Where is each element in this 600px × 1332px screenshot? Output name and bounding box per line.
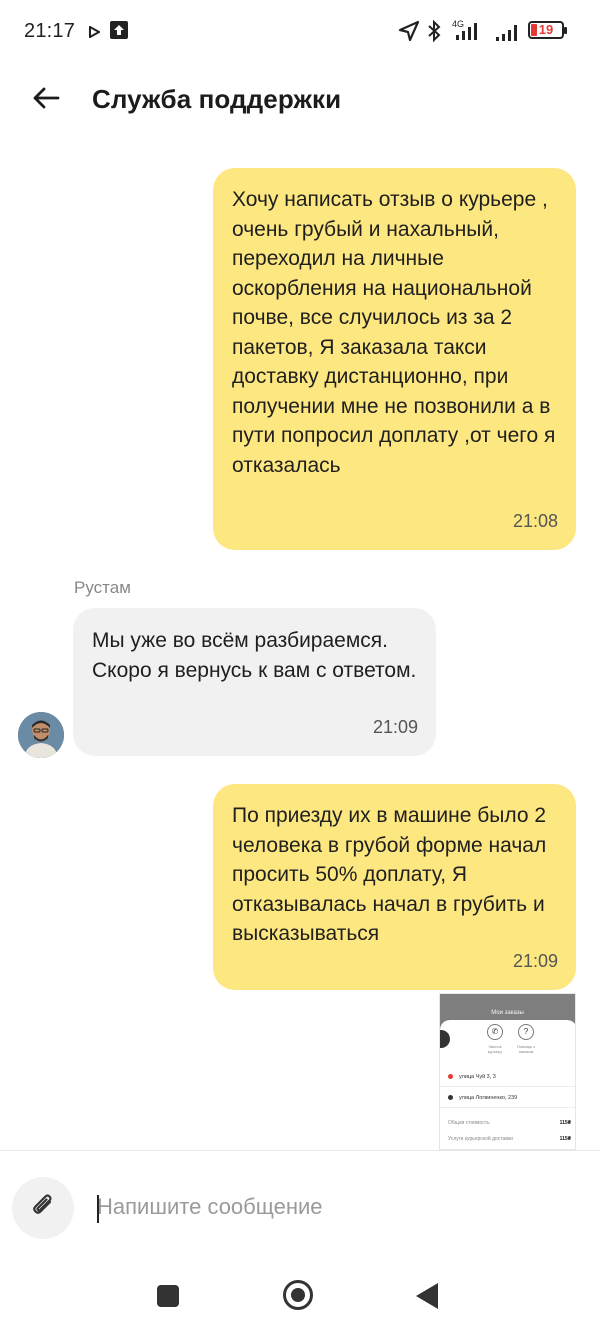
message-input[interactable] (97, 1187, 577, 1227)
system-nav-bar (0, 1262, 600, 1332)
attachment-address-row: улица Логвиненко, 239 (448, 1095, 517, 1101)
attachment-price-label: Общая стоимость (448, 1120, 490, 1126)
attachment-price-row: Услуги курьерской доставки 115₴ (448, 1136, 571, 1142)
upload-icon (110, 21, 128, 39)
network-label: 4G (452, 19, 464, 29)
message-time: 21:09 (512, 950, 558, 971)
attachment-price-row: Общая стоимость 115₴ (448, 1120, 571, 1126)
phone-icon: ✆ (487, 1024, 503, 1040)
attachment-caption: Звонок курьеру (487, 1044, 503, 1054)
signal-icon (495, 22, 523, 47)
sender-name: Рустам (74, 578, 131, 597)
attachment-address-row: улица Чуй 3, 3 (448, 1074, 496, 1080)
signal-4g-icon: 4G (448, 18, 490, 47)
attachment-price-value: 115₴ (559, 1120, 571, 1126)
location-arrow-icon (398, 20, 420, 47)
system-back-button[interactable] (416, 1283, 438, 1309)
header: Служба поддержки (0, 64, 600, 134)
attachment-address: улица Чуй 3, 3 (459, 1074, 496, 1080)
attachment-price-value: 115₴ (559, 1136, 571, 1142)
attachment-image[interactable]: Мои заказы ✆ ? Звонок курьеру Помощь с з… (439, 993, 576, 1150)
home-button[interactable] (283, 1280, 313, 1310)
message-text: По приезду их в машине было 2 человека в… (232, 804, 553, 945)
status-time: 21:17 (24, 20, 76, 42)
back-button[interactable] (24, 80, 68, 120)
avatar[interactable] (18, 712, 64, 758)
attachment-caption: Помощь с заказом (516, 1044, 536, 1054)
help-icon: ? (518, 1024, 534, 1040)
message-outgoing[interactable]: Хочу написать отзыв о курьере , очень гр… (213, 168, 576, 550)
message-outgoing[interactable]: По приезду их в машине было 2 человека в… (213, 784, 576, 990)
text-cursor (97, 1195, 99, 1223)
message-incoming[interactable]: Мы уже во всём разбираемся. Скоро я верн… (73, 608, 436, 756)
message-time: 21:09 (372, 716, 418, 737)
recents-button[interactable] (157, 1285, 179, 1307)
attachment-address: улица Логвиненко, 239 (459, 1095, 518, 1101)
attach-button[interactable] (12, 1177, 74, 1239)
battery-level: 19 (538, 22, 554, 37)
bluetooth-icon (427, 19, 441, 48)
status-bar: 21:17 4G 19 (0, 0, 600, 64)
message-text: Мы уже во всём разбираемся. Скоро я верн… (92, 629, 417, 682)
attachment-price-label: Услуги курьерской доставки (448, 1136, 513, 1142)
battery-icon: 19 (528, 21, 567, 39)
message-composer (0, 1150, 600, 1262)
arrow-left-icon (32, 86, 60, 115)
page-title: Служба поддержки (92, 84, 342, 114)
paperclip-icon (28, 1191, 58, 1226)
play-icon (88, 25, 102, 43)
attachment-title: Мои заказы (491, 1010, 524, 1016)
message-time: 21:08 (512, 510, 558, 531)
message-text: Хочу написать отзыв о курьере , очень гр… (232, 188, 562, 477)
